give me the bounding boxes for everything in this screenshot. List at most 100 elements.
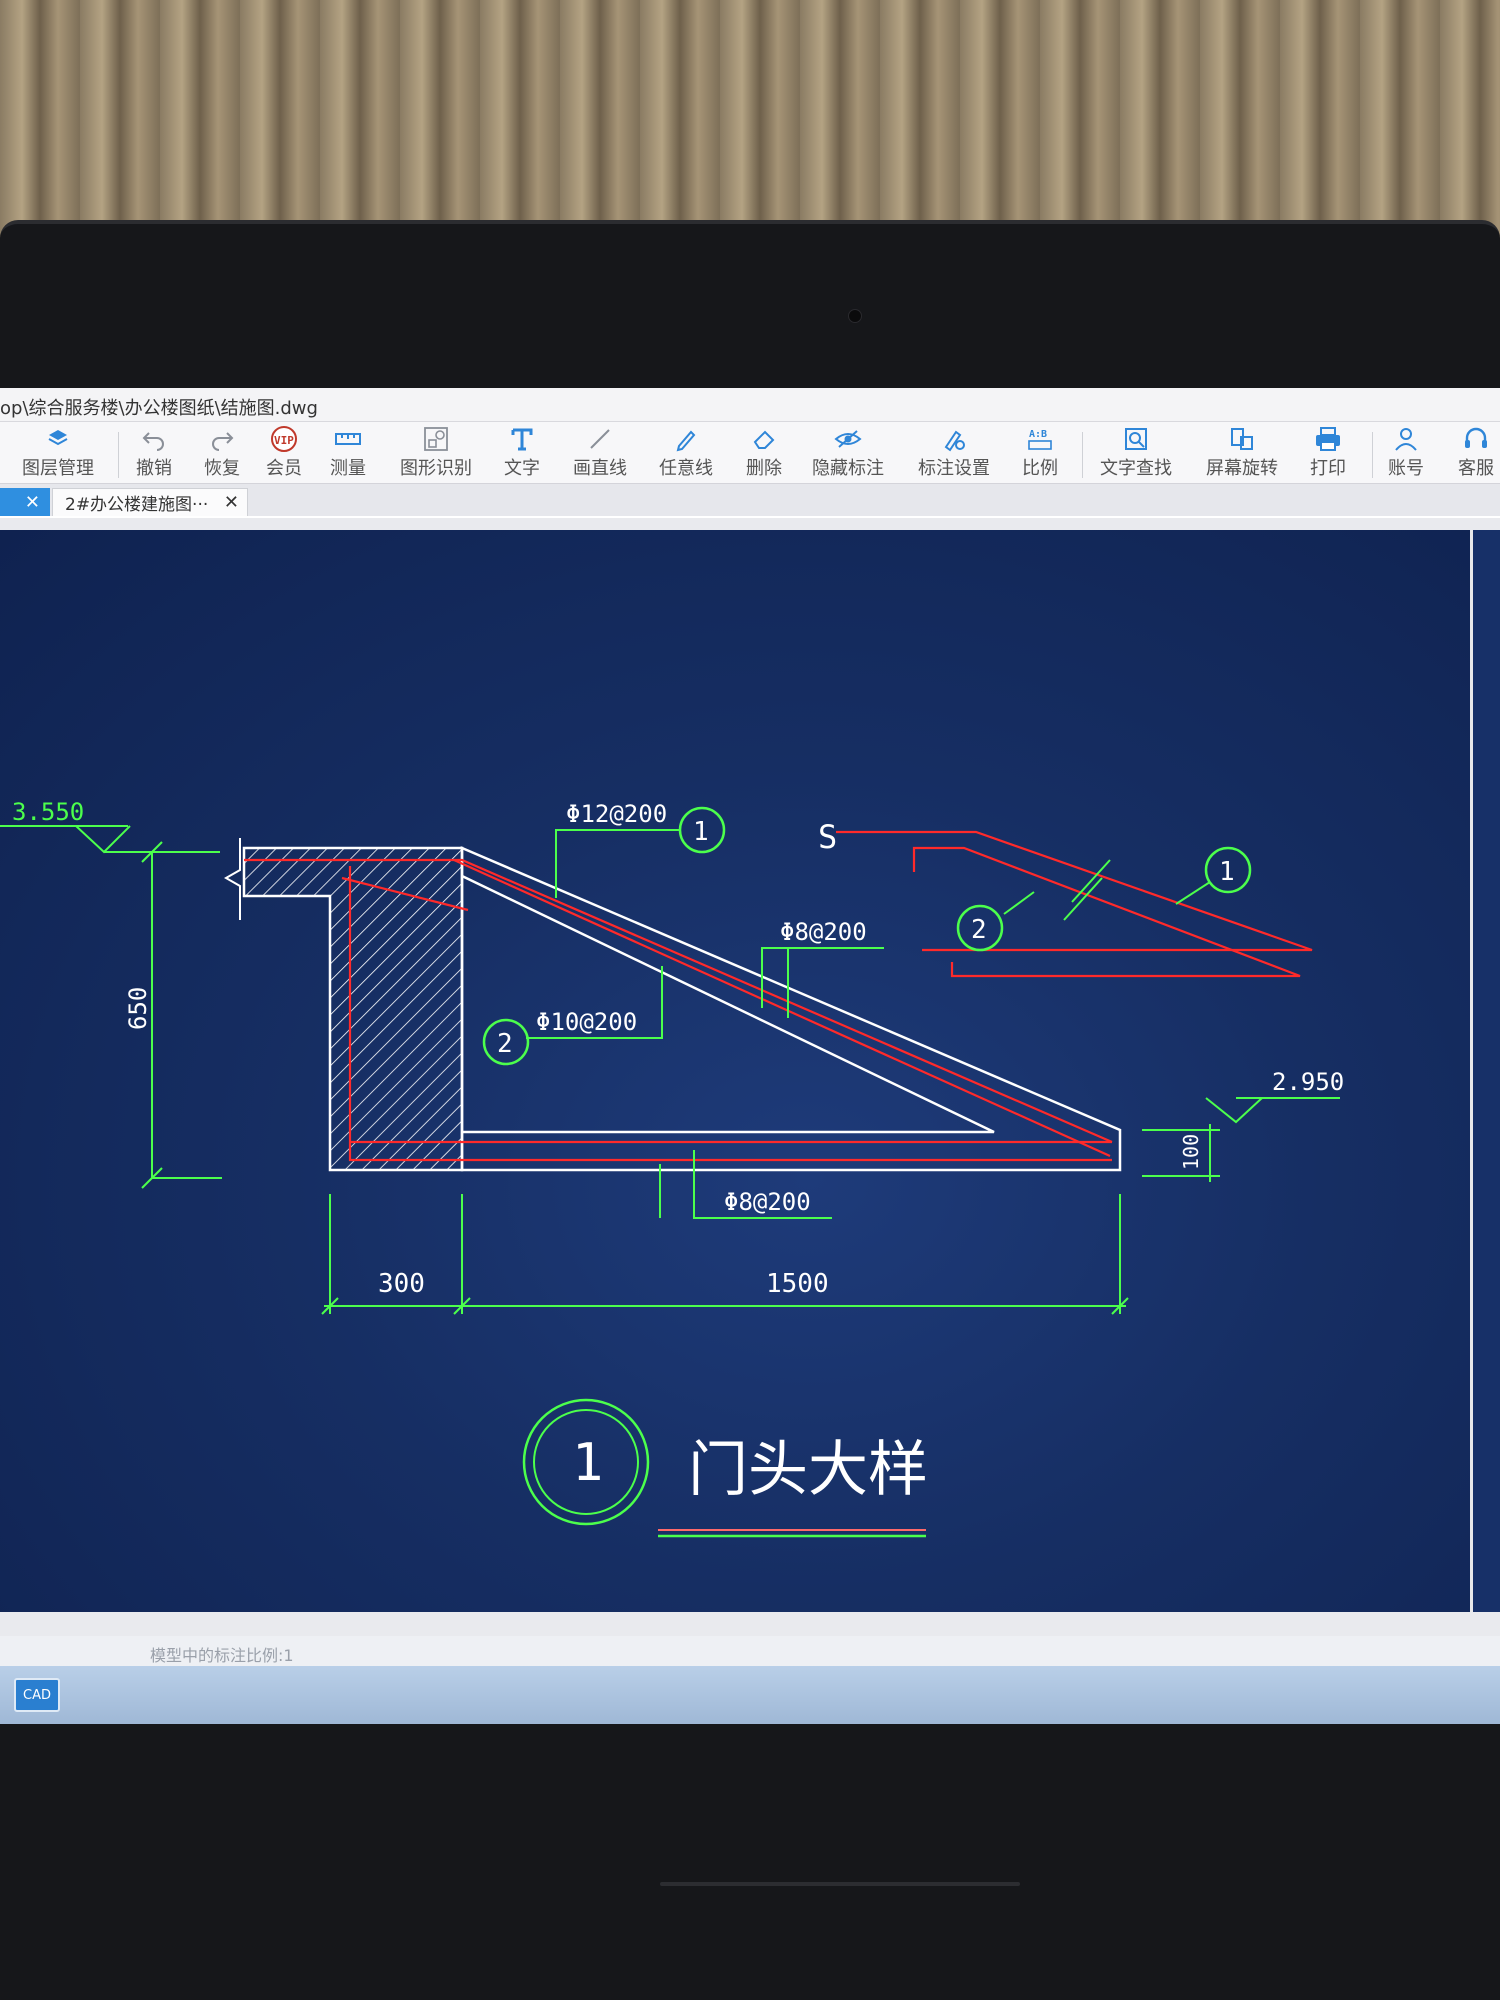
s-mark: S: [818, 818, 837, 856]
close-icon[interactable]: ✕: [224, 492, 239, 513]
vip-icon: VIP: [270, 426, 298, 452]
close-icon[interactable]: ✕: [25, 492, 40, 513]
toolbar-label: 文字: [504, 458, 540, 479]
text-search-icon: [1122, 426, 1150, 452]
elevation-top-label: 3.550: [12, 798, 84, 826]
toolbar-scale-button[interactable]: A:B 比例: [1022, 426, 1058, 480]
taskbar-app-icon[interactable]: CAD: [14, 1678, 60, 1712]
callout-1-label: 1: [693, 817, 709, 847]
toolbar-layers-button[interactable]: 图层管理: [22, 426, 94, 480]
toolbar-label: 打印: [1310, 458, 1346, 479]
toolbar-pen-button[interactable]: 任意线: [659, 426, 713, 480]
toolbar-label: 隐藏标注: [812, 458, 884, 479]
canvas-right-border: [1470, 530, 1500, 1612]
laptop-hinge-slot: [660, 1882, 1020, 1886]
toolbar-label: 测量: [330, 458, 366, 479]
redo-icon: [208, 426, 236, 452]
annotation-settings-icon: [940, 426, 968, 452]
elevation-mark-top: 3.550: [0, 798, 220, 854]
callout-2-label: 2: [497, 1029, 513, 1059]
dimension-span-label: 1500: [766, 1269, 829, 1299]
toolbar-label: 客服: [1458, 458, 1494, 479]
rotate-screen-icon: [1228, 426, 1256, 452]
line-icon: [586, 426, 614, 452]
status-bar: 模型中的标注比例:1: [0, 1636, 1500, 1666]
rebar-label-bottom-dist: Φ8@200: [724, 1188, 811, 1216]
detail-number: 1: [572, 1433, 603, 1493]
ruler-icon: [334, 426, 362, 452]
eye-hide-icon: [834, 426, 862, 452]
toolbar-rotate-screen-button[interactable]: 屏幕旋转: [1206, 426, 1278, 480]
svg-text:A:B: A:B: [1029, 429, 1047, 440]
toolbar-separator: [1372, 432, 1373, 478]
layers-icon: [44, 426, 72, 452]
headset-icon: [1462, 426, 1490, 452]
toolbar-text-search-button[interactable]: 文字查找: [1100, 426, 1172, 480]
detail-title-block: 1 门头大样: [522, 1398, 928, 1538]
toolbar-label: 图形识别: [400, 458, 472, 479]
tab-document-label: 2#办公楼建施图···: [65, 495, 209, 515]
rebar-label-2: Φ10@200: [536, 1008, 637, 1036]
toolbar-label: 文字查找: [1100, 458, 1172, 479]
toolbar-account-button[interactable]: 账号: [1388, 426, 1424, 480]
break-line: [223, 838, 241, 920]
text-icon: [508, 426, 536, 452]
detail-title: 门头大样: [688, 1435, 928, 1505]
dimension-tip-label: 100: [1179, 1134, 1203, 1170]
toolbar-eraser-button[interactable]: 删除: [746, 426, 782, 480]
toolbar-separator: [118, 432, 119, 478]
drawing-canvas[interactable]: 3.550 650 Φ12@200 1 Φ8@200 2 Φ10@200 Φ8@…: [0, 530, 1470, 1612]
toolbar-label: 画直线: [573, 458, 627, 479]
tab-document[interactable]: 2#办公楼建施图··· ✕: [52, 488, 248, 516]
status-scale-text: 模型中的标注比例:1: [150, 1646, 294, 1665]
rebar-shape-detail: S 1 2: [818, 818, 1313, 978]
window-titlebar: op\综合服务楼\办公楼图纸\结施图.dwg: [0, 388, 1500, 422]
document-tabbar: ✕ 2#办公楼建施图··· ✕: [0, 484, 1500, 518]
toolbar-label: 比例: [1022, 458, 1058, 479]
toolbar-label: 屏幕旋转: [1206, 458, 1278, 479]
toolbar-annotation-settings-button[interactable]: 标注设置: [918, 426, 990, 480]
toolbar-label: 标注设置: [918, 458, 990, 479]
toolbar-label: 删除: [746, 458, 782, 479]
toolbar-headset-button[interactable]: 客服: [1458, 426, 1494, 480]
window-title: op\综合服务楼\办公楼图纸\结施图.dwg: [0, 398, 318, 419]
toolbar-label: 会员: [266, 458, 302, 479]
toolbar-text-button[interactable]: 文字: [504, 426, 540, 480]
scale-icon: A:B: [1026, 426, 1054, 452]
toolbar-printer-button[interactable]: 打印: [1310, 426, 1346, 480]
toolbar-redo-button[interactable]: 恢复: [204, 426, 240, 480]
toolbar-vip-button[interactable]: VIP 会员: [266, 426, 302, 480]
toolbar-ruler-button[interactable]: 测量: [330, 426, 366, 480]
webcam: [848, 309, 862, 323]
toolbar-eye-hide-button[interactable]: 隐藏标注: [812, 426, 884, 480]
concrete-section: [242, 846, 1122, 1172]
eraser-icon: [750, 426, 778, 452]
active-tab[interactable]: ✕: [0, 488, 50, 516]
toolbar-label: 恢复: [204, 458, 240, 479]
detail-callout-2: 2: [971, 915, 987, 945]
dimension-wall-label: 300: [378, 1269, 425, 1299]
os-taskbar: CAD: [0, 1666, 1500, 1724]
toolbar-label: 撤销: [136, 458, 172, 479]
laptop-screen: op\综合服务楼\办公楼图纸\结施图.dwg 图层管理 撤销 恢复 VIP 会员 测量 图形…: [0, 388, 1500, 1724]
dimension-height-label: 650: [124, 987, 152, 1030]
toolbar-undo-button[interactable]: 撤销: [136, 426, 172, 480]
toolbar-shape-recognition-button[interactable]: 图形识别: [400, 426, 472, 480]
undo-icon: [140, 426, 168, 452]
pen-icon: [672, 426, 700, 452]
background-curtain: [0, 0, 1500, 240]
cad-drawing: 3.550 650 Φ12@200 1 Φ8@200 2 Φ10@200 Φ8@…: [0, 798, 1344, 1538]
svg-text:VIP: VIP: [274, 434, 294, 447]
elevation-bottom-label: 2.950: [1272, 1068, 1344, 1096]
toolbar-line-button[interactable]: 画直线: [573, 426, 627, 480]
toolbar-label: 图层管理: [22, 458, 94, 479]
printer-icon: [1314, 426, 1342, 452]
toolbar-label: 账号: [1388, 458, 1424, 479]
rebar-annotations: Φ12@200 1 Φ8@200 2 Φ10@200 Φ8@200: [482, 800, 884, 1219]
shape-recognition-icon: [422, 426, 450, 452]
taskbar-app-label: CAD: [23, 1687, 51, 1703]
account-icon: [1392, 426, 1420, 452]
dimension-650: 650: [124, 841, 222, 1189]
toolbar-label: 任意线: [659, 458, 713, 479]
elevation-mark-bottom: 2.950 100: [1142, 1068, 1344, 1182]
